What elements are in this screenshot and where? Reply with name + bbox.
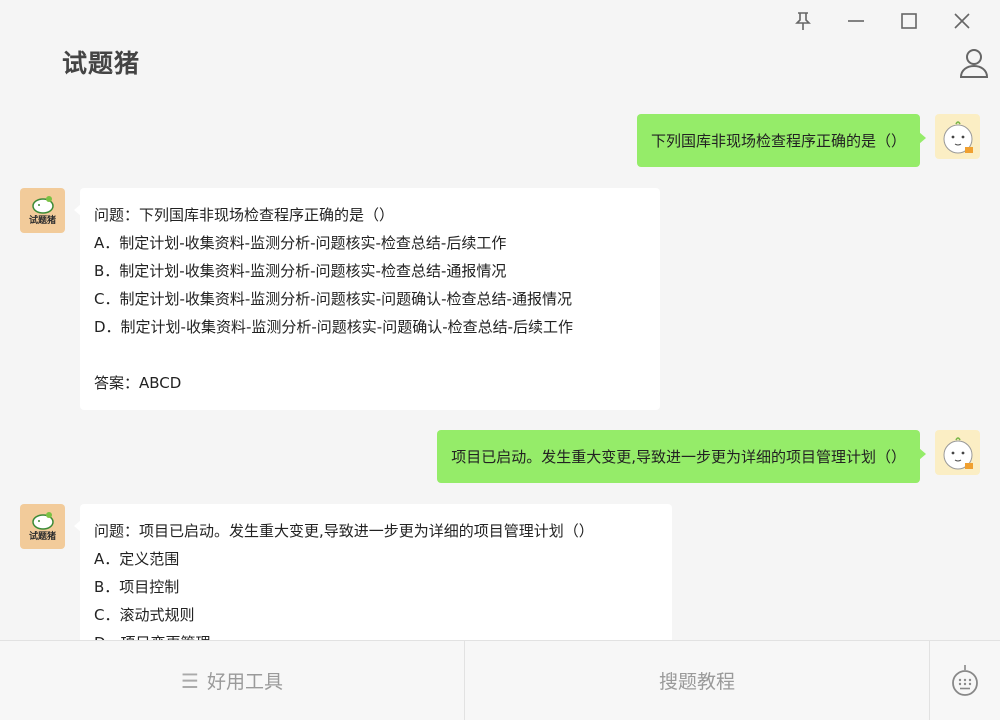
- minimize-icon: [847, 20, 864, 22]
- keyboard-toggle-button[interactable]: [930, 641, 1000, 720]
- option-b: B．制定计划-收集资料-监测分析-问题核实-检查总结-通报情况: [94, 262, 507, 280]
- bot-message-bubble: 问题：下列国库非现场检查程序正确的是（） A．制定计划-收集资料-监测分析-问题…: [74, 188, 660, 410]
- search-tutorial-button[interactable]: 搜题教程: [465, 641, 930, 720]
- pin-button[interactable]: [776, 8, 829, 34]
- option-b: B．项目控制: [94, 578, 180, 596]
- cartoon-face-icon: [943, 436, 973, 469]
- bottom-toolbar: ☰ 好用工具 搜题教程: [0, 640, 1000, 720]
- bot-avatar: 试题猪: [20, 504, 65, 549]
- maximize-icon: [900, 13, 917, 29]
- close-icon: [953, 13, 970, 29]
- user-message-text: 下列国库非现场检查程序正确的是（）: [650, 131, 906, 150]
- useful-tools-button[interactable]: ☰ 好用工具: [0, 641, 465, 720]
- pin-icon: [794, 12, 811, 30]
- minimize-button[interactable]: [829, 8, 882, 34]
- user-message-text: 项目已启动。发生重大变更,导致进一步更为详细的项目管理计划（）: [451, 447, 906, 466]
- option-d: D．项目变更管理: [94, 629, 658, 640]
- useful-tools-label: 好用工具: [206, 671, 283, 693]
- question-text: 问题：项目已启动。发生重大变更,导致进一步更为详细的项目管理计划（）: [94, 522, 594, 540]
- piggy-bank-icon: [31, 196, 54, 214]
- user-message-bubble: 下列国库非现场检查程序正确的是（）: [636, 114, 927, 167]
- option-d: D．制定计划-收集资料-监测分析-问题核实-问题确认-检查总结-后续工作: [94, 318, 574, 336]
- user-avatar: [935, 430, 980, 475]
- user-icon: [959, 49, 989, 78]
- close-button[interactable]: [935, 8, 988, 34]
- bot-avatar-label: 试题猪: [28, 532, 56, 542]
- answer-text: 答案：ABCD: [94, 374, 182, 392]
- bot-avatar-label: 试题猪: [28, 216, 56, 226]
- question-text: 问题：下列国库非现场检查程序正确的是（）: [94, 206, 395, 224]
- menu-icon: ☰: [181, 668, 199, 693]
- piggy-bank-icon: [31, 512, 54, 530]
- option-a: A．制定计划-收集资料-监测分析-问题核实-检查总结-后续工作: [94, 234, 507, 252]
- cartoon-face-icon: [943, 120, 973, 153]
- user-avatar: [935, 114, 980, 159]
- option-c: C．滚动式规则: [94, 606, 195, 624]
- option-c: C．制定计划-收集资料-监测分析-问题核实-问题确认-检查总结-通报情况: [94, 290, 572, 308]
- user-message-bubble: 项目已启动。发生重大变更,导致进一步更为详细的项目管理计划（）: [437, 430, 926, 483]
- keyboard-icon: [952, 664, 978, 696]
- bot-message-bubble: 问题：项目已启动。发生重大变更,导致进一步更为详细的项目管理计划（） A．定义范…: [74, 504, 672, 640]
- option-a: A．定义范围: [94, 550, 180, 568]
- user-profile-button[interactable]: [958, 46, 990, 80]
- search-tutorial-label: 搜题教程: [658, 671, 735, 693]
- chat-area[interactable]: 下列国库非现场检查程序正确的是（） 试题猪 问题：下列国库非现场检查程序正确的是…: [0, 96, 1000, 640]
- bot-avatar: 试题猪: [20, 188, 65, 233]
- window-controls: [776, 8, 988, 34]
- maximize-button[interactable]: [882, 8, 935, 34]
- app-title: 试题猪: [62, 49, 141, 78]
